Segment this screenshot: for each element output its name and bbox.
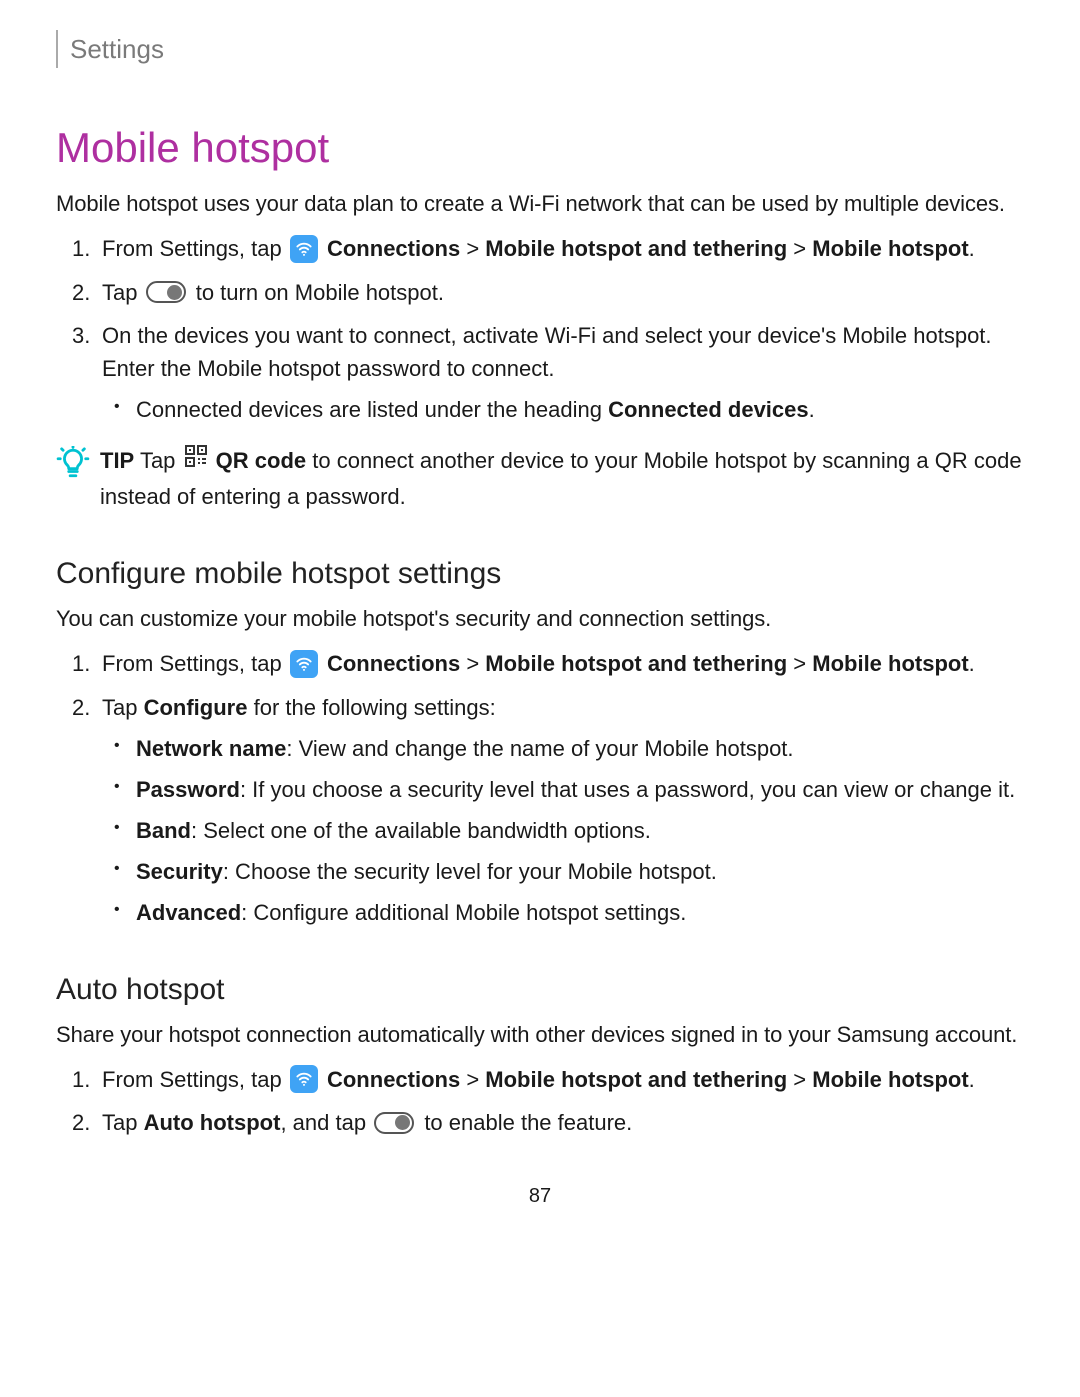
text: : Configure additional Mobile hotspot se… [241,900,686,925]
text: Tap [134,448,181,473]
text: On the devices you want to connect, acti… [102,323,992,381]
tip-label: TIP [100,448,134,473]
text: > [787,236,812,261]
bold: Mobile hotspot and tethering [485,236,787,261]
bold: Password [136,777,240,802]
text: to turn on Mobile hotspot. [190,280,444,305]
bold: Network name [136,736,286,761]
section-intro: You can customize your mobile hotspot's … [56,602,1024,635]
text: : If you choose a security level that us… [240,777,1015,802]
sub-list: Connected devices are listed under the h… [102,393,1024,426]
text: Tap [102,695,144,720]
bold: Auto hotspot [144,1110,281,1135]
text: : View and change the name of your Mobil… [286,736,793,761]
text: > [460,236,485,261]
text: Connected devices are listed under the h… [136,397,608,422]
text: . [969,1067,975,1092]
connections-icon [290,650,318,678]
qr-code-icon [184,444,208,477]
bold: Security [136,859,223,884]
opt-password: Password: If you choose a security level… [136,773,1024,806]
text: to enable the feature. [418,1110,632,1135]
page-title: Mobile hotspot [56,116,1024,179]
text: . [969,651,975,676]
steps-list-2: From Settings, tap Connections > Mobile … [56,647,1024,929]
text: From Settings, tap [102,1067,288,1092]
tip-text: TIP Tap QR code to connect another devic… [100,444,1024,513]
steps-list-3: From Settings, tap Connections > Mobile … [56,1063,1024,1140]
section-heading: Configure mobile hotspot settings [56,551,1024,596]
text: From Settings, tap [102,651,288,676]
bold: Mobile hotspot [812,236,968,261]
opt-security: Security: Choose the security level for … [136,855,1024,888]
section-intro: Share your hotspot connection automatica… [56,1018,1024,1051]
bold: Connections [327,236,460,261]
bold: Mobile hotspot and tethering [485,651,787,676]
text: > [460,1067,485,1092]
bold: Configure [144,695,248,720]
opt-band: Band: Select one of the available bandwi… [136,814,1024,847]
intro-text: Mobile hotspot uses your data plan to cr… [56,187,1024,220]
text: > [787,1067,812,1092]
text: Tap [102,280,144,305]
section-heading: Auto hotspot [56,967,1024,1012]
breadcrumb-text: Settings [70,30,164,69]
connections-icon [290,235,318,263]
bold: Connected devices [608,397,809,422]
step-3: On the devices you want to connect, acti… [102,319,1024,426]
text: . [809,397,815,422]
step-2: Tap Configure for the following settings… [102,691,1024,929]
step-2: Tap to turn on Mobile hotspot. [102,276,1024,309]
step-2: Tap Auto hotspot, and tap to enable the … [102,1106,1024,1139]
text: , and tap [280,1110,372,1135]
text: . [969,236,975,261]
bold: Advanced [136,900,241,925]
text: Tap [102,1110,144,1135]
page-number: 87 [56,1181,1024,1211]
lightbulb-icon [56,446,90,489]
config-options: Network name: View and change the name o… [102,732,1024,929]
sub-item: Connected devices are listed under the h… [136,393,1024,426]
toggle-icon [374,1112,414,1134]
steps-list-1: From Settings, tap Connections > Mobile … [56,232,1024,426]
connections-icon [290,1065,318,1093]
bold: Mobile hotspot [812,1067,968,1092]
step-1: From Settings, tap Connections > Mobile … [102,647,1024,681]
text: for the following settings: [247,695,495,720]
breadcrumb: Settings [56,30,1024,68]
opt-network-name: Network name: View and change the name o… [136,732,1024,765]
text: > [460,651,485,676]
bold: QR code [216,448,306,473]
text: : Select one of the available bandwidth … [191,818,651,843]
tip-block: TIP Tap QR code to connect another devic… [56,444,1024,513]
text: > [787,651,812,676]
toggle-icon [146,281,186,303]
bold: Mobile hotspot [812,651,968,676]
text: : Choose the security level for your Mob… [223,859,717,884]
opt-advanced: Advanced: Configure additional Mobile ho… [136,896,1024,929]
bold: Connections [327,1067,460,1092]
step-1: From Settings, tap Connections > Mobile … [102,1063,1024,1097]
bold: Connections [327,651,460,676]
text: From Settings, tap [102,236,288,261]
step-1: From Settings, tap Connections > Mobile … [102,232,1024,266]
bold: Band [136,818,191,843]
bold: Mobile hotspot and tethering [485,1067,787,1092]
